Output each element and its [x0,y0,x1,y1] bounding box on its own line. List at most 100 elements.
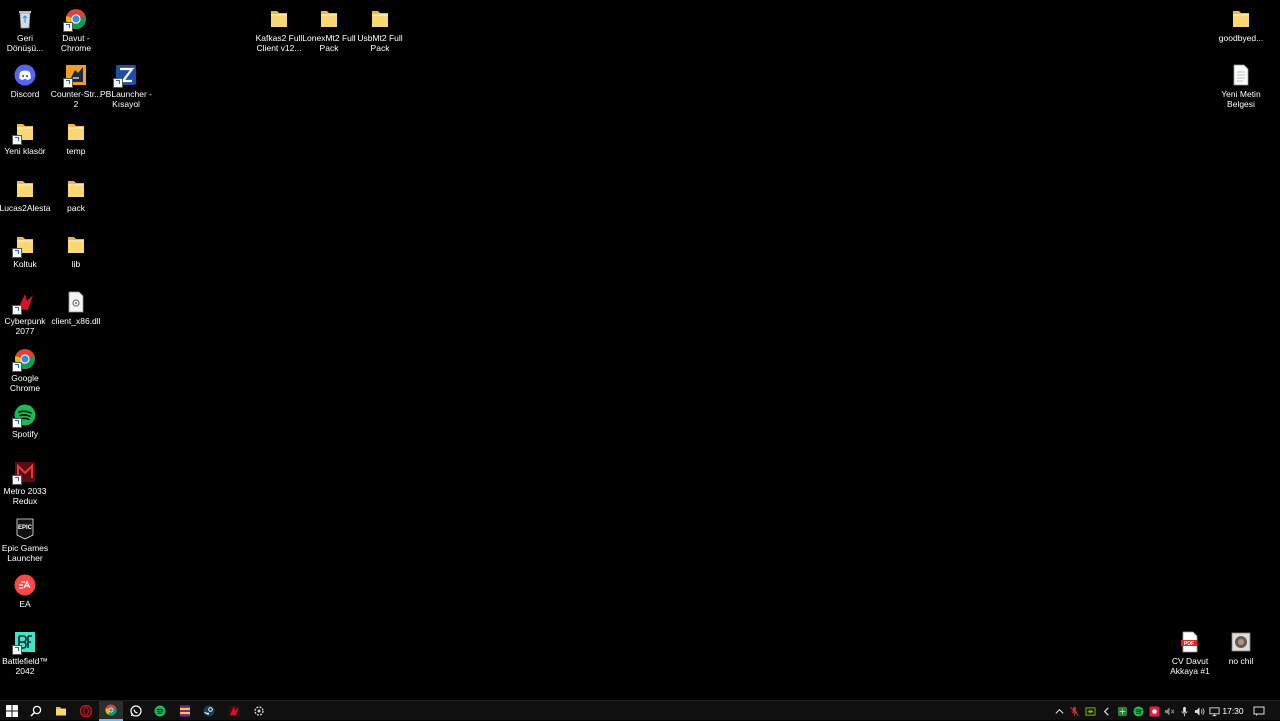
desktop-icon-label: CV Davut Akkaya #1 [1170,656,1210,676]
shortcut-arrow-icon [12,418,22,428]
metro-icon [12,461,36,485]
desktop-icon-label: Battlefield™ 2042 [2,656,48,676]
pdf-file-icon: PDF [1179,631,1201,653]
microphone-muted-icon [1069,706,1080,717]
desktop-icon-pack[interactable]: pack [51,174,101,213]
desktop-icon-label: temp [66,146,86,156]
tray-arrow[interactable] [1100,704,1112,718]
text-file-icon [1230,64,1252,86]
taskbar-winrar[interactable] [173,701,197,721]
tray-show-hidden[interactable] [1053,704,1065,718]
shortcut-arrow-icon [12,475,22,485]
taskbar-steam[interactable] [197,701,221,721]
desktop-icon-counter-strike-2[interactable]: Counter-Str... 2 [51,60,101,109]
desktop-icon-lucas2alesta[interactable]: Lucas2Alesta [0,174,51,213]
desktop-icon-usbmt2[interactable]: UsbMt2 Full Pack [355,4,405,53]
desktop-icon-label: LonexMt2 Full Pack [302,33,356,53]
shortcut-arrow-icon [12,362,22,372]
tray-spotify[interactable] [1132,704,1144,718]
desktop-icon-label: Cyberpunk 2077 [4,316,46,336]
search-icon [30,705,42,717]
tray-mic-muted[interactable] [1068,704,1080,718]
winrar-icon [179,705,191,717]
desktop-icon-goodbyed[interactable]: goodbyed... [1216,4,1266,43]
counter-strike-icon [63,64,87,88]
desktop-icon-temp[interactable]: temp [51,117,101,156]
tray-microphone[interactable] [1178,704,1190,718]
desktop: Geri Dönüşü... Davut - Chrome Discord Count… [0,0,1280,700]
tray-volume[interactable] [1193,704,1205,718]
folder-icon [318,8,340,30]
taskbar-search-button[interactable] [24,701,48,721]
desktop-icon-pblauncher[interactable]: PBLauncher - Kısayol [100,60,152,109]
svg-text:PDF: PDF [1184,641,1194,647]
desktop-icon-client-x86-dll[interactable]: client_x86.dll [51,287,101,326]
taskbar-opera[interactable] [74,701,98,721]
desktop-icon-label: Counter-Str... 2 [50,89,102,109]
clock[interactable]: 17:30 [1219,701,1247,721]
taskbar-file-explorer[interactable] [49,701,73,721]
folder-icon [65,178,87,200]
desktop-icon-davut-chrome[interactable]: Davut - Chrome [51,4,101,53]
volume-icon [1194,706,1205,717]
desktop-icon-lib[interactable]: lib [51,230,101,269]
desktop-icon-kafkas2[interactable]: Kafkas2 Full Client v12... [254,4,304,53]
shortcut-arrow-icon [12,645,22,655]
cyberpunk-icon [12,291,36,315]
desktop-icon-spotify[interactable]: Spotify [0,400,50,439]
desktop-icon-label: Metro 2033 Redux [3,486,47,506]
tray-record[interactable] [1148,704,1160,718]
file-explorer-icon [55,705,67,717]
svg-text:EPIC: EPIC [18,525,33,531]
tray-speaker-muted[interactable] [1163,704,1175,718]
microphone-icon [1179,706,1190,717]
taskbar-game-launcher[interactable] [222,701,246,721]
taskbar-settings-app[interactable] [247,701,271,721]
desktop-icon-label: lib [71,259,81,269]
notification-center-button[interactable] [1250,701,1268,721]
windows-start-icon [6,705,18,717]
taskbar-chrome[interactable] [99,701,123,721]
recycle-bin-icon [14,8,36,30]
shortcut-arrow-icon [63,78,73,88]
folder-icon [12,234,36,258]
tray-green-app[interactable] [1116,704,1128,718]
desktop-icon-recycle-bin[interactable]: Geri Dönüşü... [0,4,50,53]
folder-icon [369,8,391,30]
desktop-icon-no-chil[interactable]: no chil [1216,627,1266,666]
desktop-icon-discord[interactable]: Discord [0,60,50,99]
desktop-icon-battlefield-2042[interactable]: Battlefield™ 2042 [0,627,50,676]
desktop-icon-google-chrome[interactable]: Google Chrome [0,344,50,393]
gear-app-icon [253,705,265,717]
taskbar-whatsapp[interactable] [124,701,148,721]
desktop-icon-epic-games-launcher[interactable]: EPIC Epic Games Launcher [0,514,50,563]
desktop-icon-lonexmt2[interactable]: LonexMt2 Full Pack [302,4,356,53]
desktop-icon-label: Lucas2Alesta [0,203,51,213]
steam-icon [203,705,215,717]
start-button[interactable] [0,701,24,721]
arrow-icon [1101,706,1112,717]
image-file-icon [1230,631,1252,653]
spotify-icon [154,705,166,717]
desktop-icon-label: Epic Games Launcher [1,543,49,563]
shortcut-arrow-icon [12,135,22,145]
shortcut-arrow-icon [63,22,73,32]
desktop-icon-label: Koltuk [13,259,37,269]
desktop-icon-label: EA [19,599,31,609]
desktop-icon-ea[interactable]: EA [0,570,50,609]
desktop-icon-yeni-klasor[interactable]: Yeni klasör [0,117,50,156]
record-icon [1148,705,1160,717]
desktop-icon-koltuk[interactable]: Koltuk [0,230,50,269]
desktop-icon-metro-2033-redux[interactable]: Metro 2033 Redux [0,457,50,506]
desktop-icon-label: Spotify [12,429,38,439]
desktop-icon-label: Kafkas2 Full Client v12... [255,33,303,53]
tray-nvidia[interactable] [1084,704,1096,718]
desktop-icon-cyberpunk-2077[interactable]: Cyberpunk 2077 [0,287,50,336]
taskbar-spotify[interactable] [148,701,172,721]
spotify-icon [12,404,36,428]
speaker-muted-icon [1164,706,1175,717]
folder-icon [14,178,36,200]
desktop-icon-cv-davut-akkaya[interactable]: PDF CV Davut Akkaya #1 [1165,627,1215,676]
network-icon [1208,706,1220,717]
desktop-icon-yeni-metin-belgesi[interactable]: Yeni Metin Belgesi [1216,60,1266,109]
